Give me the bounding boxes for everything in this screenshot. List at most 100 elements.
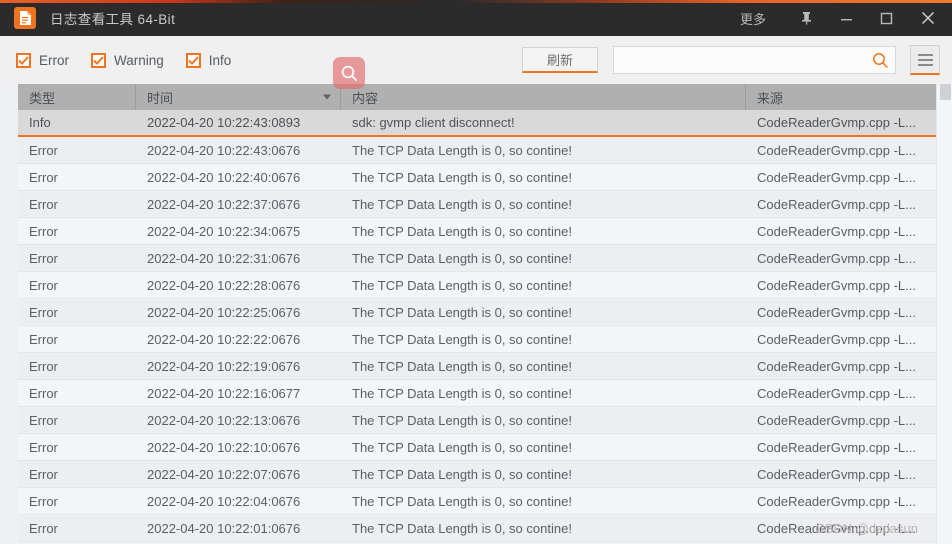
cell-content: The TCP Data Length is 0, so contine! (341, 380, 746, 406)
cell-source: CodeReaderGvmp.cpp -L... (746, 245, 936, 271)
table-body: Info 2022-04-20 10:22:43:0893 sdk: gvmp cl… (18, 110, 936, 544)
cell-time: 2022-04-20 10:22:34:0675 (136, 218, 341, 244)
cell-source: CodeReaderGvmp.cpp -L... (746, 326, 936, 352)
search-input[interactable] (614, 47, 865, 73)
cell-type: Error (18, 299, 136, 325)
cell-source: CodeReaderGvmp.cpp -L... (746, 353, 936, 379)
cell-source-text: CodeReaderGvmp.cpp -L... (757, 331, 916, 347)
cell-type-text: Info (29, 115, 51, 130)
cell-content-text: The TCP Data Length is 0, so contine! (352, 223, 572, 239)
column-header-source[interactable]: 来源 (746, 84, 936, 110)
table-row[interactable]: Error 2022-04-20 10:22:07:0676 The TCP Dat… (18, 461, 936, 488)
cell-source: CodeReaderGvmp.cpp -L... (746, 299, 936, 325)
cell-content-text: The TCP Data Length is 0, so contine! (352, 520, 572, 536)
cell-content-text: The TCP Data Length is 0, so contine! (352, 304, 572, 320)
table-row[interactable]: Error 2022-04-20 10:22:10:0676 The TCP Dat… (18, 434, 936, 461)
cell-content: The TCP Data Length is 0, so contine! (341, 434, 746, 460)
cell-time-text: 2022-04-20 10:22:40:0676 (147, 169, 301, 185)
cell-content: sdk: gvmp client disconnect! (341, 110, 746, 135)
table-row[interactable]: Error 2022-04-20 10:22:43:0676 The TCP Dat… (18, 137, 936, 164)
maximize-icon[interactable] (866, 0, 906, 36)
cell-content: The TCP Data Length is 0, so contine! (341, 515, 746, 541)
filter-warning[interactable]: Warning (91, 52, 164, 68)
refresh-button[interactable]: 刷新 (522, 47, 598, 73)
cell-content-text: The TCP Data Length is 0, so contine! (352, 331, 572, 347)
cell-time: 2022-04-20 10:22:37:0676 (136, 191, 341, 217)
cell-type-text: Error (29, 520, 58, 536)
menu-line-2 (917, 58, 933, 61)
cell-type: Error (18, 380, 136, 406)
column-header-content[interactable]: 内容 (341, 84, 746, 110)
cell-source: CodeReaderGvmp.cpp -L... (746, 461, 936, 487)
table-row[interactable]: Error 2022-04-20 10:22:40:0676 The TCP Dat… (18, 164, 936, 191)
cell-source-text: CodeReaderGvmp.cpp -L... (757, 304, 916, 320)
table-row[interactable]: Error 2022-04-20 10:22:31:0676 The TCP Dat… (18, 245, 936, 272)
cell-source: CodeReaderGvmp.cpp -L... (746, 515, 936, 541)
table-row[interactable]: Error 2022-04-20 10:22:37:0676 The TCP Dat… (18, 191, 936, 218)
column-header-time[interactable]: 时间 (136, 84, 341, 110)
title-bar: 日志查看工具 64-Bit 更多 (0, 0, 952, 36)
cell-content: The TCP Data Length is 0, so contine! (341, 137, 746, 163)
hamburger-menu-icon[interactable] (910, 45, 940, 75)
column-header-content-label: 内容 (352, 90, 379, 106)
table-row[interactable]: Error 2022-04-20 10:22:22:0676 The TCP Dat… (18, 326, 936, 353)
cell-type-text: Error (29, 358, 58, 374)
cell-content-text: The TCP Data Length is 0, so contine! (352, 142, 572, 158)
checkbox-info[interactable] (185, 52, 201, 68)
cell-type: Error (18, 137, 136, 163)
table-row[interactable]: Error 2022-04-20 10:22:19:0676 The TCP Dat… (18, 353, 936, 380)
checkbox-warning[interactable] (91, 52, 106, 68)
filter-info[interactable]: Info (185, 52, 231, 68)
cell-time: 2022-04-20 10:22:04:0676 (136, 488, 341, 514)
log-table: 类型 时间 内容 来源 Info 2022-04-20 10:22:43:0893… (18, 84, 936, 544)
cell-source-text: CodeReaderGvmp.cpp -L... (757, 142, 916, 158)
cell-type-text: Error (29, 196, 58, 212)
log-table-area: 类型 时间 内容 来源 Info 2022-04-20 10:22:43:0893… (0, 84, 952, 544)
scrollbar-thumb[interactable] (940, 84, 951, 100)
cell-type-text: Error (29, 277, 58, 293)
cell-type: Error (18, 407, 136, 433)
cell-time: 2022-04-20 10:22:16:0677 (136, 380, 341, 406)
cell-time-text: 2022-04-20 10:22:04:0676 (147, 493, 301, 509)
table-row[interactable]: Error 2022-04-20 10:22:04:0676 The TCP Dat… (18, 488, 936, 515)
cell-content: The TCP Data Length is 0, so contine! (341, 461, 746, 487)
minimize-icon[interactable] (826, 0, 866, 36)
cell-time-text: 2022-04-20 10:22:10:0676 (147, 439, 301, 455)
cell-time: 2022-04-20 10:22:43:0893 (136, 110, 341, 135)
cell-source-text: CodeReaderGvmp.cpp -L... (757, 169, 916, 185)
filter-error[interactable]: Error (16, 52, 69, 68)
cell-type: Error (18, 272, 136, 298)
close-icon[interactable] (906, 0, 950, 36)
vertical-scrollbar[interactable] (936, 84, 952, 544)
table-row[interactable]: Error 2022-04-20 10:22:16:0677 The TCP Dat… (18, 380, 936, 407)
menu-line-1 (917, 53, 933, 56)
cell-source: CodeReaderGvmp.cpp -L... (746, 272, 936, 298)
table-row[interactable]: Error 2022-04-20 10:22:34:0675 The TCP Dat… (18, 218, 936, 245)
cell-content-text: The TCP Data Length is 0, so contine! (352, 358, 572, 374)
cell-type: Error (18, 515, 136, 541)
cell-source: CodeReaderGvmp.cpp -L... (746, 488, 936, 514)
cell-time-text: 2022-04-20 10:22:22:0676 (147, 331, 301, 347)
column-header-time-label: 时间 (147, 90, 174, 106)
cell-time-text: 2022-04-20 10:22:37:0676 (147, 196, 301, 212)
more-button[interactable]: 更多 (730, 0, 776, 36)
table-row[interactable]: Error 2022-04-20 10:22:01:0676 The TCP Dat… (18, 515, 936, 542)
cell-time: 2022-04-20 10:22:13:0676 (136, 407, 341, 433)
table-row[interactable]: Error 2022-04-20 10:22:13:0676 The TCP Dat… (18, 407, 936, 434)
cell-type-text: Error (29, 439, 58, 455)
cell-content: The TCP Data Length is 0, so contine! (341, 326, 746, 352)
column-header-type[interactable]: 类型 (18, 84, 136, 110)
search-icon[interactable] (865, 52, 895, 69)
checkbox-error[interactable] (16, 52, 31, 68)
table-row[interactable]: Error 2022-04-20 10:22:28:0676 The TCP Dat… (18, 272, 936, 299)
menu-line-3 (917, 63, 933, 66)
table-row[interactable]: Info 2022-04-20 10:22:43:0893 sdk: gvmp cl… (18, 110, 936, 137)
cell-content-text: The TCP Data Length is 0, so contine! (352, 466, 572, 482)
search-box[interactable] (613, 46, 896, 74)
cell-source: CodeReaderGvmp.cpp -L... (746, 191, 936, 217)
cell-source-text: CodeReaderGvmp.cpp -L... (757, 520, 916, 536)
cell-type: Info (18, 110, 136, 135)
table-row[interactable]: Error 2022-04-20 10:22:25:0676 The TCP Dat… (18, 299, 936, 326)
pin-icon[interactable] (786, 0, 826, 36)
cell-content-text: The TCP Data Length is 0, so contine! (352, 169, 572, 185)
